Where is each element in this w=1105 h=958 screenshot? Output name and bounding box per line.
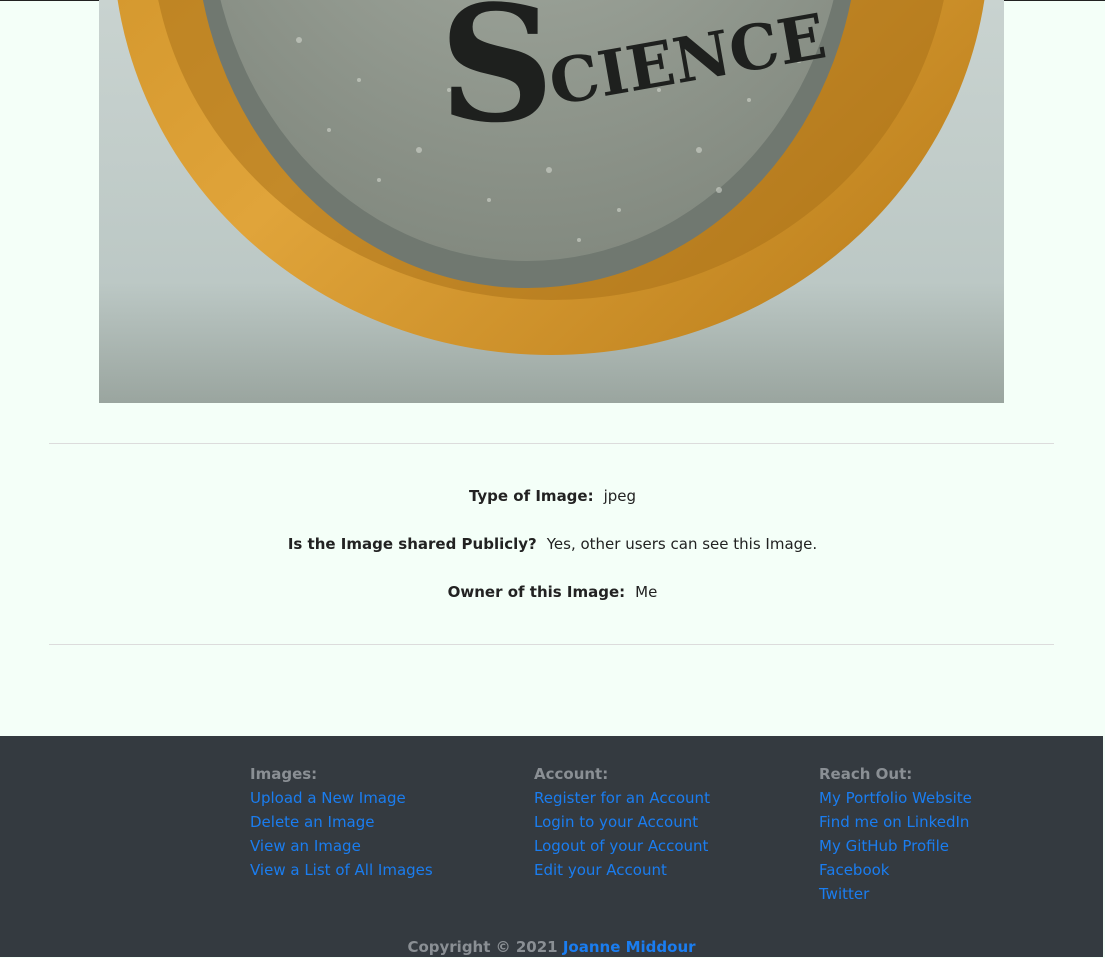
footer-heading: Images:: [250, 765, 318, 783]
login-link[interactable]: Login to your Account: [534, 810, 710, 834]
portfolio-link[interactable]: My Portfolio Website: [819, 786, 972, 810]
view-image-link[interactable]: View an Image: [250, 834, 433, 858]
edit-account-link[interactable]: Edit your Account: [534, 858, 710, 882]
footer-account-column: Account: Register for an Account Login t…: [534, 762, 710, 882]
image-artwork: S CIENCE: [117, 0, 985, 355]
footer-heading: Account:: [534, 765, 609, 783]
author-link[interactable]: Joanne Middour: [563, 938, 696, 956]
image-details: Type of Image: jpeg Is the Image shared P…: [0, 470, 1105, 614]
divider-top: [49, 443, 1054, 444]
github-link[interactable]: My GitHub Profile: [819, 834, 972, 858]
detail-image-type: Type of Image: jpeg: [0, 470, 1105, 518]
copyright-text: Copyright © 2021: [407, 938, 558, 956]
detail-owner: Owner of this Image: Me: [0, 566, 1105, 614]
detail-value: jpeg: [603, 487, 637, 505]
detail-label: Owner of this Image:: [447, 583, 626, 601]
footer-heading: Reach Out:: [819, 765, 913, 783]
register-link[interactable]: Register for an Account: [534, 786, 710, 810]
upload-image-link[interactable]: Upload a New Image: [250, 786, 433, 810]
logout-link[interactable]: Logout of your Account: [534, 834, 710, 858]
detail-value: Yes, other users can see this Image.: [546, 535, 818, 553]
site-footer: Images: Upload a New Image Delete an Ima…: [0, 736, 1103, 957]
footer-images-column: Images: Upload a New Image Delete an Ima…: [250, 762, 433, 882]
image-preview: S CIENCE: [99, 0, 1004, 403]
facebook-link[interactable]: Facebook: [819, 858, 972, 882]
logo-letter-s: S: [439, 0, 555, 158]
footer-reach-out-column: Reach Out: My Portfolio Website Find me …: [819, 762, 972, 906]
detail-value: Me: [635, 583, 658, 601]
detail-label: Is the Image shared Publicly?: [287, 535, 537, 553]
list-images-link[interactable]: View a List of All Images: [250, 858, 433, 882]
detail-shared-publicly: Is the Image shared Publicly? Yes, other …: [0, 518, 1105, 566]
twitter-link[interactable]: Twitter: [819, 882, 972, 906]
delete-image-link[interactable]: Delete an Image: [250, 810, 433, 834]
detail-label: Type of Image:: [468, 487, 594, 505]
linkedin-link[interactable]: Find me on LinkedIn: [819, 810, 972, 834]
copyright: Copyright © 2021 Joanne Middour: [0, 936, 1103, 958]
divider-bottom: [49, 644, 1054, 645]
